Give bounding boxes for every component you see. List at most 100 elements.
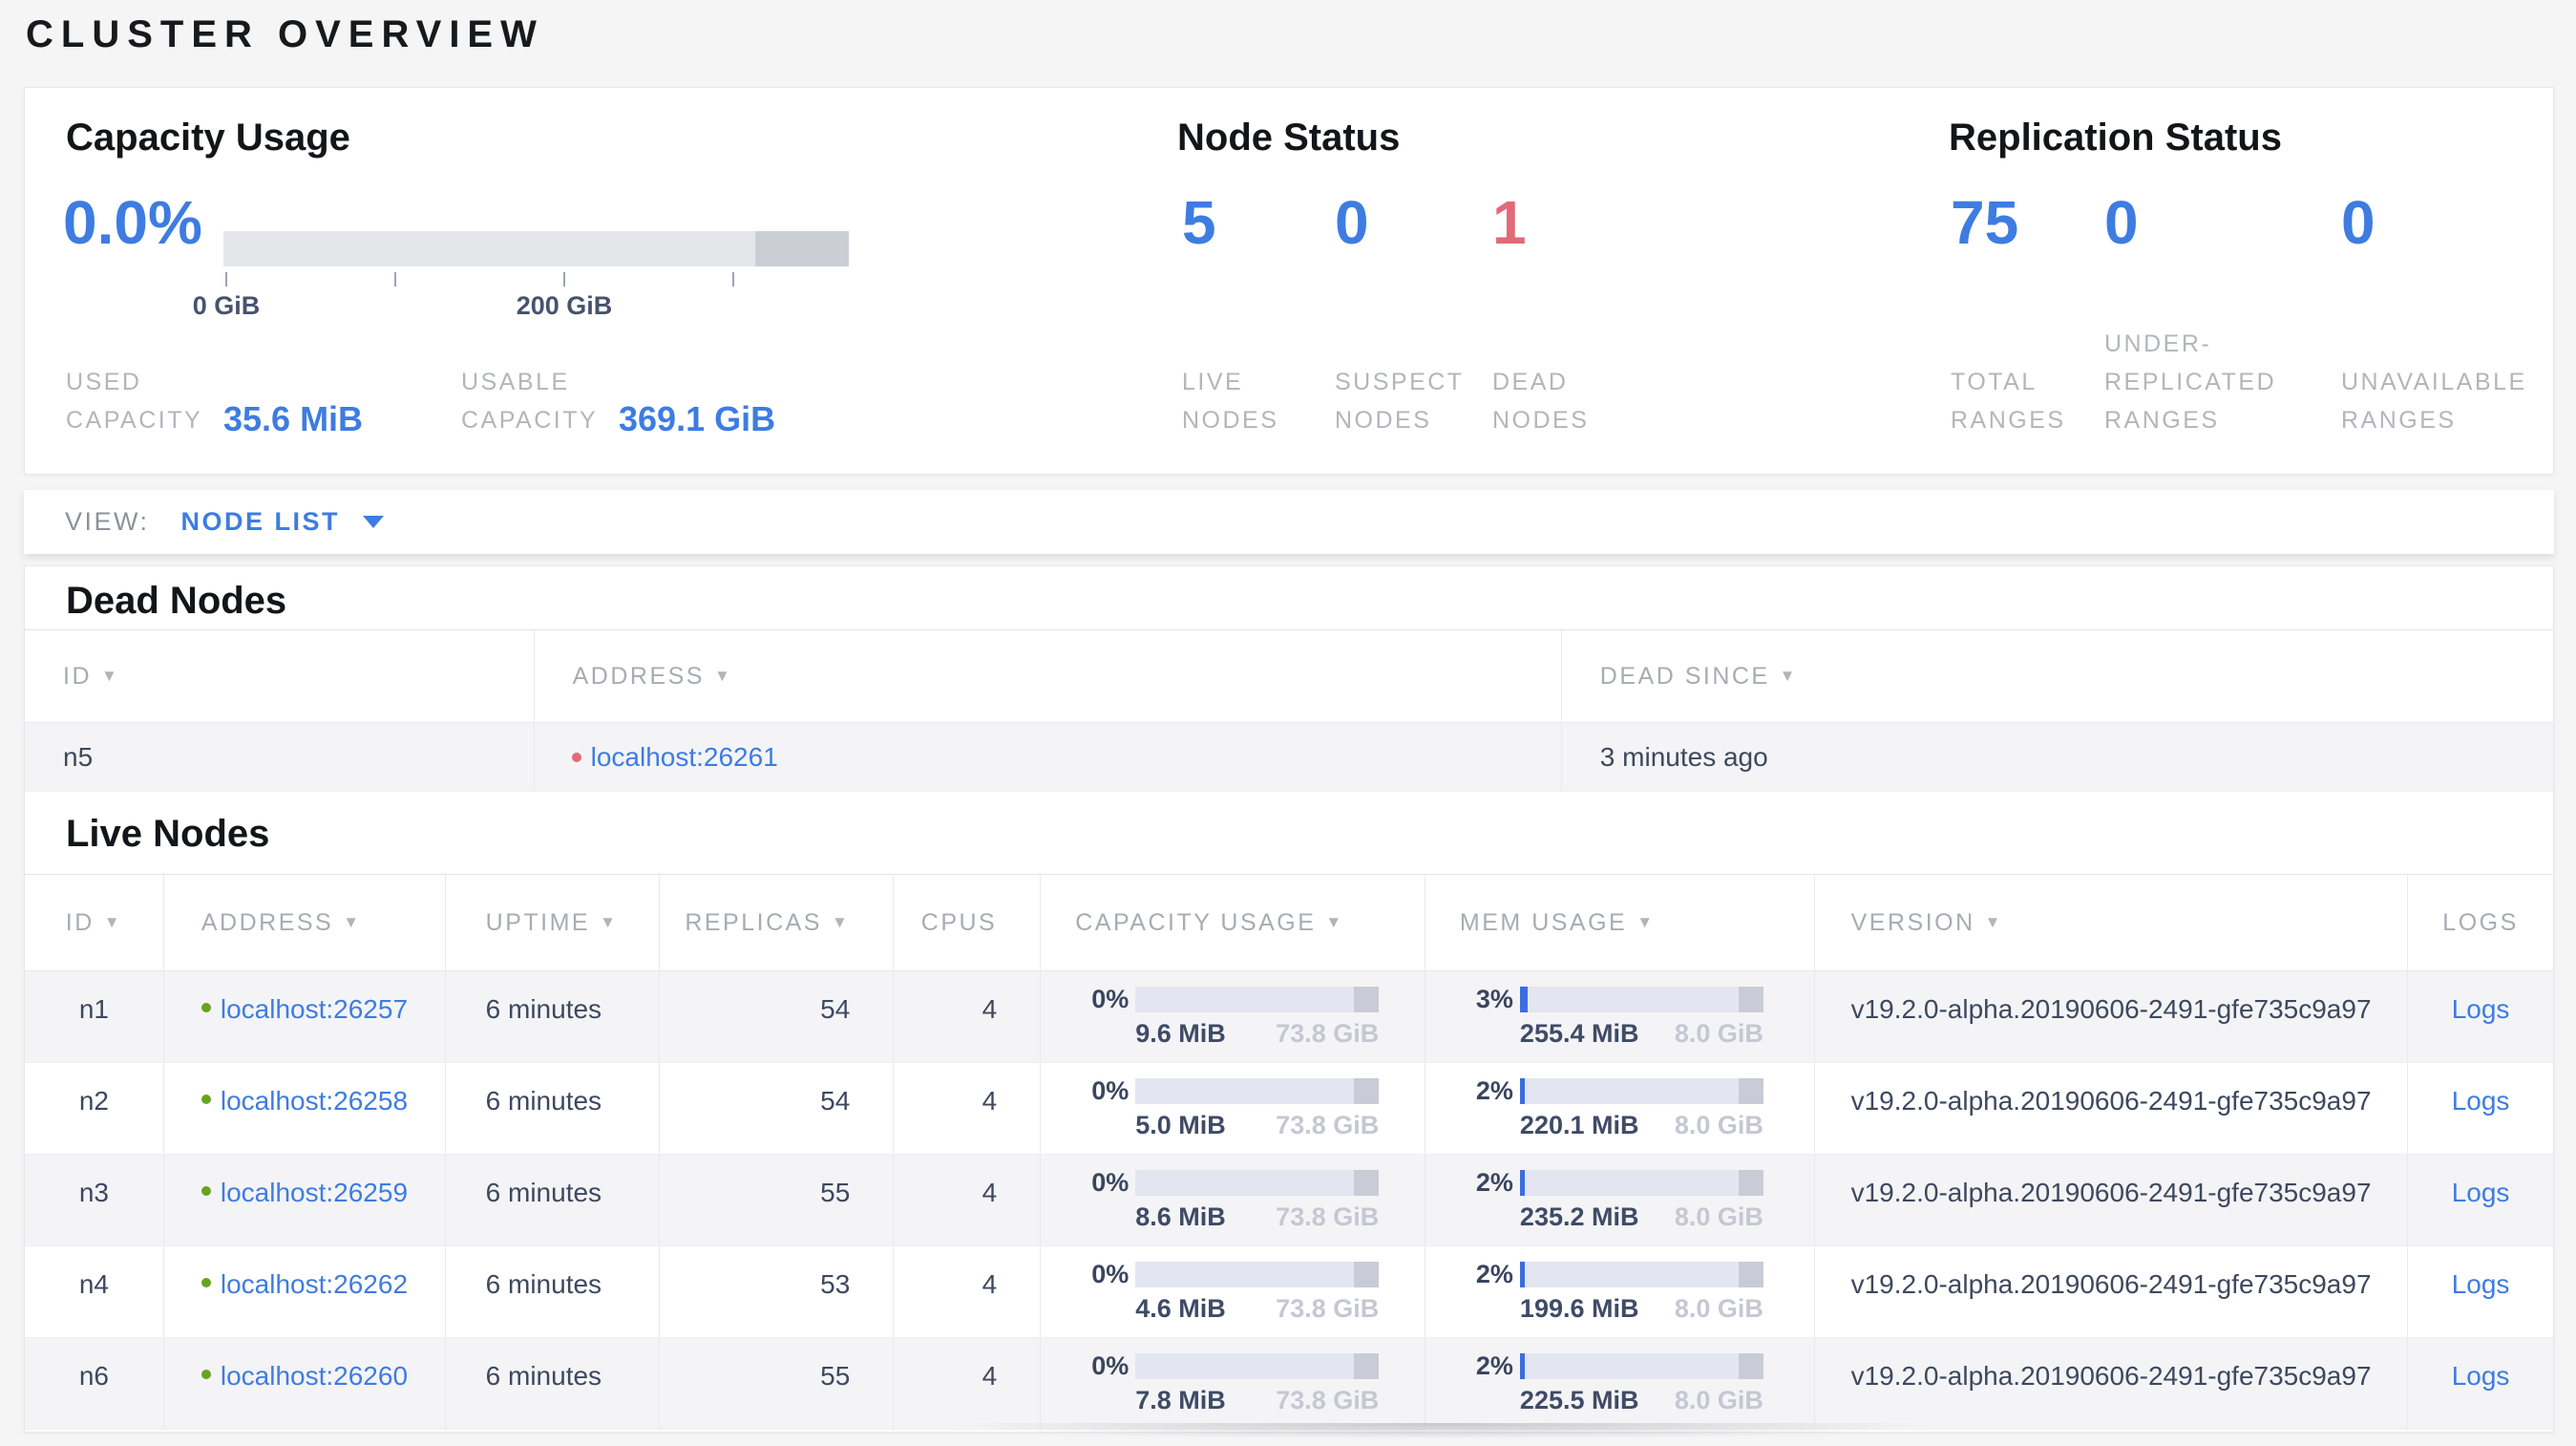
bar-dark-segment bbox=[1354, 1077, 1380, 1104]
column-header-uptime[interactable]: UPTIME ▼ bbox=[444, 875, 659, 970]
node-address-link[interactable]: localhost:26260 bbox=[221, 1338, 408, 1392]
node-address-cell: localhost:26258 bbox=[162, 1063, 445, 1154]
column-header-dead-since[interactable]: DEAD SINCE ▼ bbox=[1560, 630, 2553, 722]
capacity-bar bbox=[1135, 1169, 1380, 1196]
dead-nodes-label: DEAD NODES bbox=[1492, 369, 1590, 434]
dead-nodes-table-header: ID ▼ ADDRESS ▼ DEAD SINCE ▼ bbox=[25, 629, 2553, 723]
mem-bar bbox=[1519, 1261, 1763, 1287]
column-header-replicas[interactable]: REPLICAS ▼ bbox=[658, 875, 894, 970]
live-node-row: n2 localhost:26258 6 minutes 54 4 0% 5.0… bbox=[25, 1063, 2553, 1155]
logs-link[interactable]: Logs bbox=[2452, 1361, 2510, 1429]
capacity-usage-cell: 0% 5.0 MiB 73.8 GiB bbox=[1040, 1063, 1425, 1154]
node-address-link[interactable]: localhost:26261 bbox=[591, 742, 778, 773]
bar-fill bbox=[1519, 1077, 1526, 1104]
mem-percent: 2% bbox=[1475, 1167, 1513, 1197]
mem-used-value: 199.6 MiB bbox=[1519, 1294, 1639, 1323]
node-id-cell: n4 bbox=[78, 1269, 110, 1299]
replicas-cell: 54 bbox=[658, 971, 894, 1062]
column-header-address[interactable]: ADDRESS ▼ bbox=[162, 875, 445, 970]
logs-link[interactable]: Logs bbox=[2452, 1269, 2510, 1337]
mem-bar bbox=[1519, 1169, 1763, 1196]
sort-arrow-icon: ▼ bbox=[103, 913, 123, 931]
column-header-mem-usage[interactable]: MEM USAGE ▼ bbox=[1424, 875, 1814, 970]
sort-arrow-icon: ▼ bbox=[101, 667, 120, 685]
live-status-icon bbox=[201, 1370, 211, 1379]
dead-node-row: n5 localhost:26261 3 minutes ago bbox=[25, 723, 2553, 792]
node-id-cell: n5 bbox=[63, 741, 94, 772]
cluster-overview-page: CLUSTER OVERVIEW Capacity Usage 0.0% 0 G… bbox=[0, 0, 2576, 1446]
cpus-cell: 4 bbox=[893, 971, 1040, 1062]
replicas-cell: 55 bbox=[658, 1155, 894, 1245]
axis-tick bbox=[225, 272, 227, 287]
capacity-usage-cell: 0% 7.8 MiB 73.8 GiB bbox=[1040, 1338, 1425, 1429]
capacity-used-value: 4.6 MiB bbox=[1135, 1294, 1226, 1323]
live-status-icon bbox=[201, 1278, 211, 1287]
live-nodes-table-header: ID ▼ ADDRESS ▼ UPTIME ▼ REPLICAS ▼ CPUS … bbox=[25, 874, 2553, 971]
capacity-used-value: 9.6 MiB bbox=[1135, 1019, 1226, 1048]
node-id-cell: n1 bbox=[78, 994, 110, 1024]
node-address-cell: localhost:26262 bbox=[162, 1246, 445, 1337]
column-header-address[interactable]: ADDRESS ▼ bbox=[533, 630, 1561, 722]
bar-fill bbox=[1519, 1169, 1526, 1196]
uptime-cell: 6 minutes bbox=[444, 971, 659, 1062]
column-header-id[interactable]: ID ▼ bbox=[25, 875, 163, 970]
under-replicated-ranges-label: UNDER- REPLICATED RANGES bbox=[2104, 330, 2277, 434]
mem-used-value: 220.1 MiB bbox=[1519, 1111, 1639, 1139]
mem-bar bbox=[1519, 1352, 1763, 1379]
view-bar: VIEW: NODE LIST bbox=[24, 490, 2554, 554]
mem-percent: 3% bbox=[1475, 984, 1513, 1013]
node-address-link[interactable]: localhost:26262 bbox=[221, 1246, 408, 1300]
logs-link[interactable]: Logs bbox=[2452, 1086, 2510, 1154]
mem-total-value: 8.0 GiB bbox=[1674, 1111, 1763, 1139]
capacity-percent: 0% bbox=[1091, 1167, 1130, 1197]
node-address-link[interactable]: localhost:26259 bbox=[221, 1155, 408, 1208]
sort-arrow-icon: ▼ bbox=[713, 667, 733, 685]
replication-status-heading: Replication Status bbox=[1949, 117, 2282, 159]
capacity-bar bbox=[1135, 1077, 1380, 1104]
mem-usage-cell: 2% 235.2 MiB 8.0 GiB bbox=[1424, 1155, 1814, 1245]
sort-arrow-icon: ▼ bbox=[1779, 667, 1798, 685]
logs-link[interactable]: Logs bbox=[2452, 994, 2510, 1062]
replicas-cell: 54 bbox=[658, 1063, 894, 1154]
live-nodes-count: 5 bbox=[1182, 188, 1216, 257]
mem-used-value: 225.5 MiB bbox=[1519, 1386, 1639, 1414]
bar-fill bbox=[1519, 1352, 1526, 1379]
total-ranges-label: TOTAL RANGES bbox=[1951, 369, 2066, 434]
column-header-capacity-usage[interactable]: CAPACITY USAGE ▼ bbox=[1040, 875, 1425, 970]
capacity-axis: 0 GiB 200 GiB bbox=[193, 266, 849, 324]
uptime-cell: 6 minutes bbox=[444, 1338, 659, 1429]
node-id-cell: n6 bbox=[78, 1361, 110, 1391]
logs-cell: Logs bbox=[2407, 1338, 2553, 1429]
logs-cell: Logs bbox=[2407, 1063, 2553, 1154]
sort-arrow-icon: ▼ bbox=[1984, 913, 2003, 931]
column-header-version[interactable]: VERSION ▼ bbox=[1813, 875, 2408, 970]
sort-arrow-icon: ▼ bbox=[832, 913, 851, 931]
view-dropdown-value[interactable]: NODE LIST bbox=[181, 507, 341, 537]
version-cell: v19.2.0-alpha.20190606-2491-gfe735c9a97 bbox=[1813, 1246, 2408, 1337]
axis-tick-label: 200 GiB bbox=[516, 291, 613, 320]
node-address-link[interactable]: localhost:26258 bbox=[221, 1063, 408, 1116]
version-cell: v19.2.0-alpha.20190606-2491-gfe735c9a97 bbox=[1813, 971, 2408, 1062]
mem-bar bbox=[1519, 986, 1763, 1012]
replicas-cell: 53 bbox=[658, 1246, 894, 1337]
usable-capacity-value: 369.1 GiB bbox=[619, 399, 776, 438]
mem-total-value: 8.0 GiB bbox=[1674, 1202, 1763, 1231]
live-nodes-label: LIVE NODES bbox=[1182, 369, 1279, 434]
under-replicated-ranges-count: 0 bbox=[2104, 188, 2139, 257]
bar-fill bbox=[1519, 986, 1528, 1012]
version-cell: v19.2.0-alpha.20190606-2491-gfe735c9a97 bbox=[1813, 1338, 2408, 1429]
capacity-total-value: 73.8 GiB bbox=[1276, 1202, 1380, 1231]
dead-nodes-count: 1 bbox=[1492, 188, 1527, 257]
sort-arrow-icon: ▼ bbox=[343, 913, 362, 931]
capacity-bar bbox=[1135, 1352, 1380, 1379]
view-dropdown[interactable]: NODE LIST bbox=[181, 507, 385, 537]
column-header-id[interactable]: ID ▼ bbox=[25, 630, 534, 722]
logs-link[interactable]: Logs bbox=[2452, 1178, 2510, 1245]
mem-percent: 2% bbox=[1475, 1350, 1513, 1380]
capacity-bar: 0 GiB 200 GiB bbox=[193, 231, 849, 324]
column-header-cpus[interactable]: CPUS bbox=[893, 875, 1040, 970]
capacity-usage-cell: 0% 8.6 MiB 73.8 GiB bbox=[1040, 1155, 1425, 1245]
bar-dark-segment bbox=[1354, 1352, 1380, 1379]
node-address-link[interactable]: localhost:26257 bbox=[221, 971, 408, 1025]
node-status-heading: Node Status bbox=[1177, 117, 1401, 159]
